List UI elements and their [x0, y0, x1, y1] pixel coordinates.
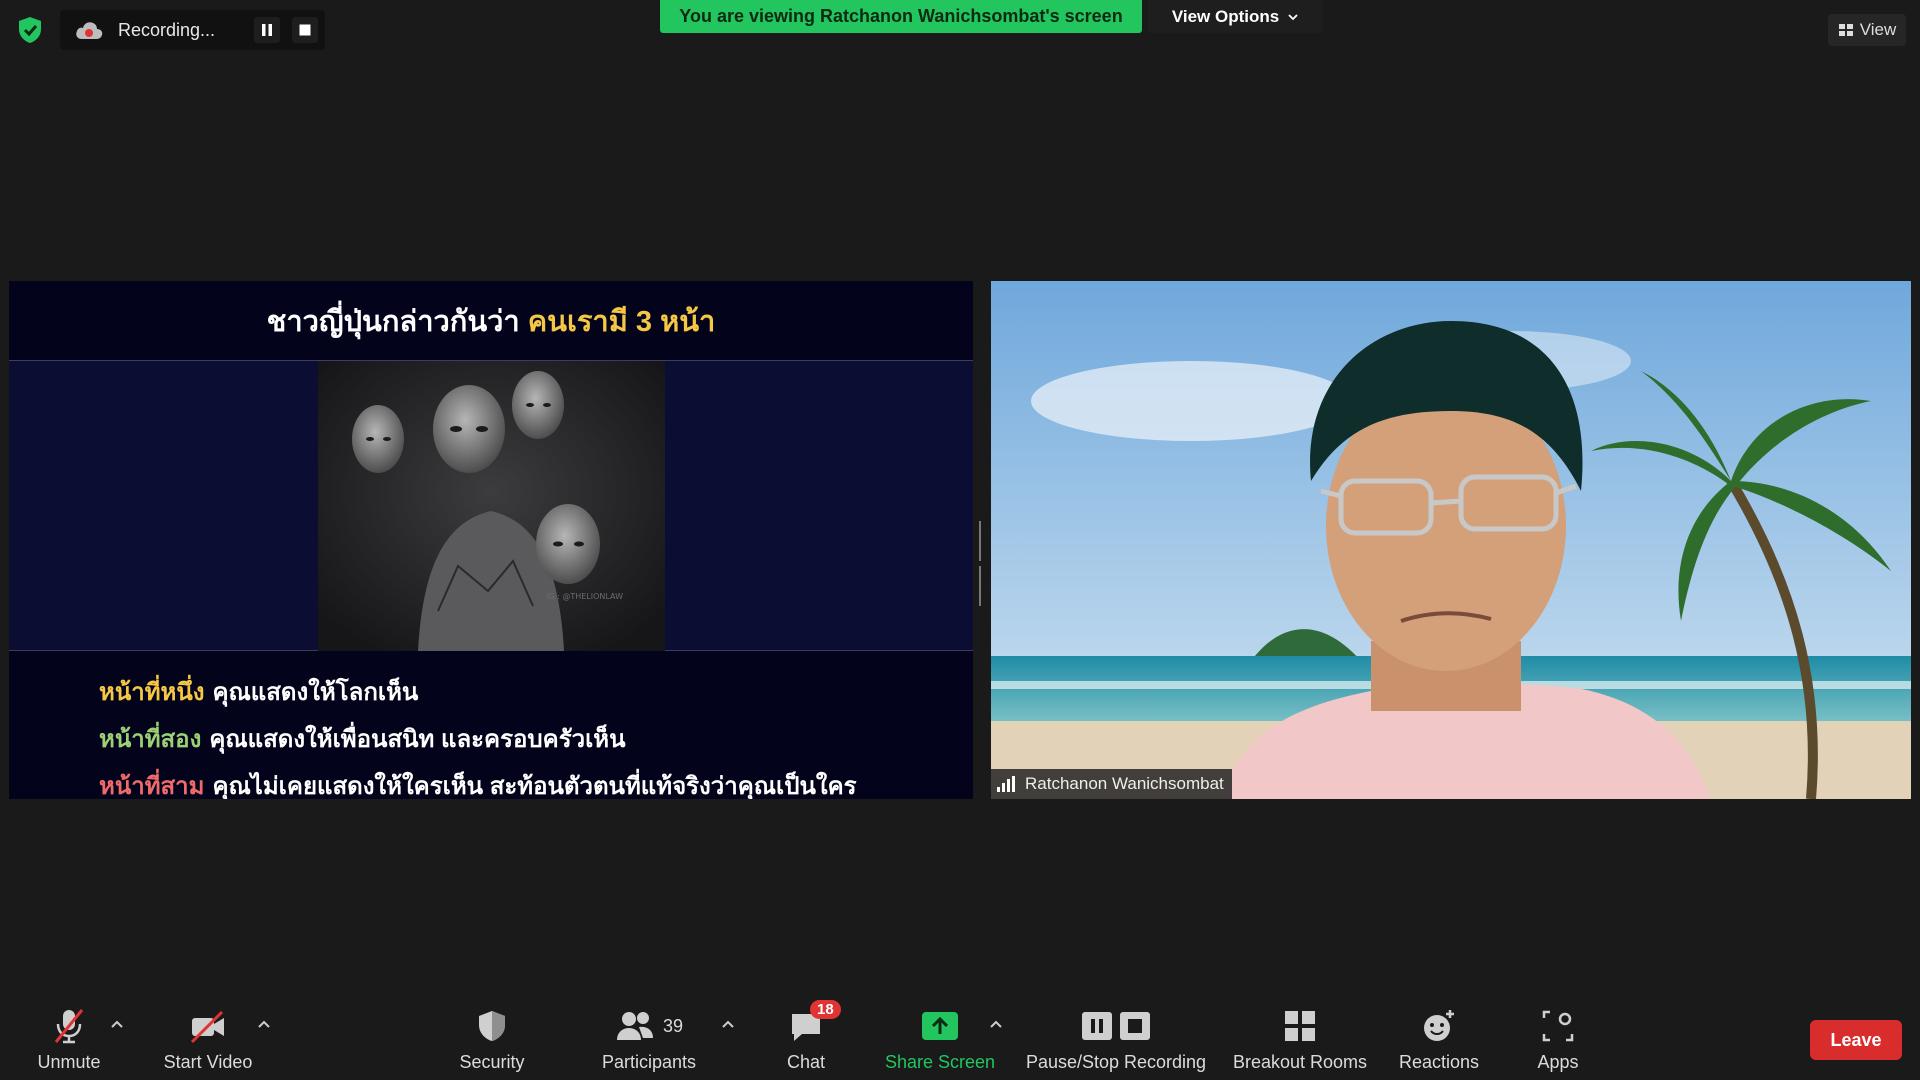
breakout-rooms-label: Breakout Rooms	[1232, 1052, 1368, 1072]
reactions-label: Reactions	[1398, 1052, 1480, 1072]
slide-title-highlight: คนเรามี 3 หน้า	[527, 305, 716, 338]
shared-screen: ชาวญี่ปุ่นกล่าวกันว่า คนเรามี 3 หน้า IG …	[9, 281, 973, 799]
apps-button[interactable]: Apps	[1530, 1006, 1586, 1073]
view-options-label: View Options	[1171, 6, 1280, 26]
breakout-rooms-icon	[1285, 1011, 1315, 1041]
unmute-button[interactable]: Unmute	[34, 1006, 104, 1073]
video-options-chevron-icon[interactable]	[256, 1016, 272, 1032]
stop-recording-button[interactable]	[292, 17, 318, 43]
slide-line-1: หน้าที่หนึ่ง คุณแสดงให้โลกเห็น	[99, 668, 973, 715]
cloud-recording-icon	[76, 22, 103, 39]
view-label: View	[1859, 20, 1897, 39]
participants-button[interactable]: 39 Participants	[596, 1006, 702, 1073]
reactions-smiley-icon	[1424, 1010, 1454, 1041]
muted-microphone-icon	[54, 1009, 84, 1044]
participants-icon	[616, 1012, 653, 1040]
slide-line-2-key: หน้าที่สอง	[99, 726, 202, 753]
security-button[interactable]: Security	[452, 1006, 532, 1073]
reactions-button[interactable]: Reactions	[1396, 1006, 1482, 1073]
leave-button[interactable]: Leave	[1810, 1020, 1902, 1060]
stop-icon	[299, 24, 311, 36]
participants-options-chevron-icon[interactable]	[720, 1016, 736, 1032]
slide-title-text: ชาวญี่ปุ่นกล่าวกันว่า	[266, 305, 520, 338]
pause-stop-recording-label: Pause/Stop Recording	[1025, 1052, 1207, 1072]
share-screen-button[interactable]: Share Screen	[884, 1006, 996, 1073]
share-screen-label: Share Screen	[884, 1052, 996, 1072]
slide-image-band: IG : @THELIONLAW	[9, 361, 973, 651]
start-video-label: Start Video	[163, 1052, 253, 1072]
chat-unread-badge: 18	[810, 1000, 841, 1019]
share-screen-icon	[922, 1012, 958, 1040]
slide-line-3: หน้าที่สาม คุณไม่เคยแสดงให้ใครเห็น สะท้อ…	[99, 762, 973, 799]
slide-lines: หน้าที่หนึ่ง คุณแสดงให้โลกเห็น หน้าที่สอ…	[9, 651, 973, 799]
pause-stop-recording-icon	[1082, 1012, 1150, 1040]
recording-indicator: Recording...	[60, 10, 325, 50]
participant-name: Ratchanon Wanichsombat	[1025, 774, 1224, 793]
artwork-watermark: IG : @THELIONLAW	[546, 592, 623, 601]
pause-recording-button[interactable]	[254, 17, 280, 43]
apps-label: Apps	[1537, 1052, 1579, 1072]
view-button[interactable]: View	[1828, 14, 1906, 46]
video-feed-image	[991, 281, 1911, 799]
meeting-toolbar: Unmute Start Video Security 39 Participa…	[0, 990, 1920, 1080]
participants-count: 39	[662, 1015, 684, 1036]
audio-options-chevron-icon[interactable]	[109, 1016, 125, 1032]
slide-line-1-key: หน้าที่หนึ่ง	[99, 679, 205, 706]
pause-icon	[262, 24, 272, 36]
recording-status-text: Recording...	[118, 19, 216, 40]
encryption-shield-icon[interactable]	[14, 14, 46, 46]
chat-label: Chat	[786, 1052, 826, 1072]
security-label: Security	[459, 1052, 525, 1072]
participants-label: Participants	[601, 1052, 697, 1072]
slide-line-3-key: หน้าที่สาม	[99, 773, 205, 799]
grid-view-icon	[1838, 24, 1853, 36]
unmute-label: Unmute	[37, 1052, 101, 1072]
panel-resize-handle[interactable]	[979, 521, 986, 606]
chevron-down-icon	[1288, 13, 1298, 20]
slide-line-1-text: คุณแสดงให้โลกเห็น	[212, 679, 419, 706]
slide-line-2-text: คุณแสดงให้เพื่อนสนิท และครอบครัวเห็น	[209, 726, 626, 753]
apps-icon	[1542, 1010, 1574, 1042]
video-off-icon	[190, 1010, 224, 1044]
slide-line-3-text: คุณไม่เคยแสดงให้ใครเห็น สะท้อนตัวตนที่แท…	[212, 773, 857, 799]
view-options-dropdown[interactable]: View Options	[1148, 0, 1323, 33]
chat-button[interactable]: 18 Chat	[776, 1000, 841, 1073]
connection-signal-icon	[997, 776, 1015, 792]
security-shield-icon	[479, 1011, 505, 1041]
masks-artwork-image: IG : @THELIONLAW	[318, 361, 665, 651]
breakout-rooms-button[interactable]: Breakout Rooms	[1232, 1006, 1368, 1073]
start-video-button[interactable]: Start Video	[160, 1006, 256, 1073]
slide-line-2: หน้าที่สอง คุณแสดงให้เพื่อนสนิท และครอบค…	[99, 715, 973, 762]
pause-stop-recording-button[interactable]: Pause/Stop Recording	[1024, 1006, 1208, 1073]
participant-name-tag: Ratchanon Wanichsombat	[991, 769, 1232, 799]
viewing-screen-banner: You are viewing Ratchanon Wanichsombat's…	[660, 0, 1142, 33]
share-options-chevron-icon[interactable]	[988, 1016, 1004, 1032]
slide-title: ชาวญี่ปุ่นกล่าวกันว่า คนเรามี 3 หน้า	[9, 281, 973, 361]
participant-video: Ratchanon Wanichsombat	[991, 281, 1911, 799]
